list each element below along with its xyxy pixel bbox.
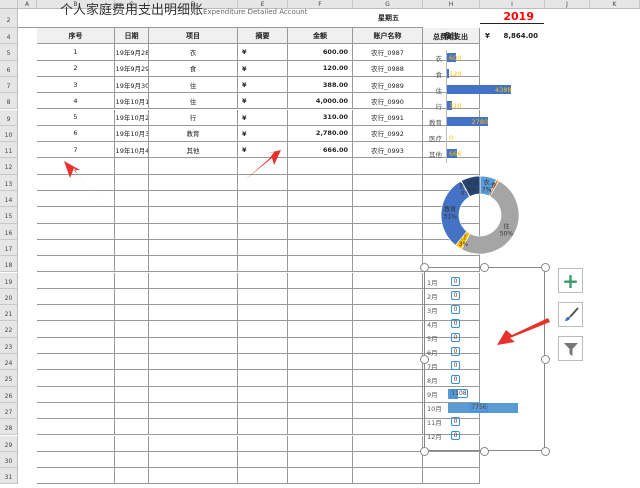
red-arrow-date [64, 161, 105, 208]
annotation-arrows [64, 150, 550, 345]
red-arrow-chart [497, 318, 550, 345]
red-arrow-amount [245, 150, 281, 180]
